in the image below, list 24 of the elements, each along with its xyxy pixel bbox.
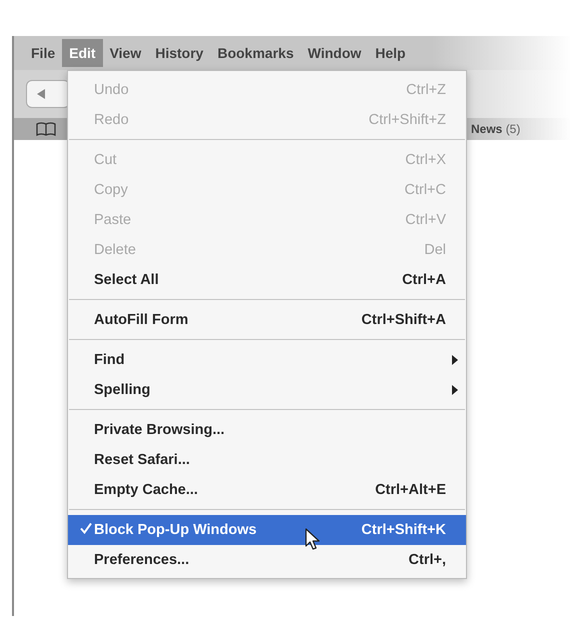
menu-item[interactable]: Select All Ctrl+A xyxy=(68,265,466,295)
menu-bar-item[interactable]: Bookmarks xyxy=(210,39,301,67)
submenu-arrow-icon xyxy=(452,355,458,365)
bookmark-item[interactable]: News (5) xyxy=(471,122,520,136)
menu-item[interactable]: Preferences... Ctrl+, xyxy=(68,545,466,575)
menu-bar-item[interactable]: Edit xyxy=(62,39,103,67)
menu-item[interactable]: Spelling xyxy=(68,375,466,405)
menu-item[interactable]: Empty Cache... Ctrl+Alt+E xyxy=(68,475,466,505)
checkmark-icon xyxy=(80,522,92,534)
menu-bar-item[interactable]: View xyxy=(102,39,148,67)
submenu-arrow-icon xyxy=(452,385,458,395)
back-arrow-icon xyxy=(35,88,47,100)
book-icon xyxy=(36,122,56,136)
menu-bar-item[interactable]: File xyxy=(24,39,62,67)
menu-item[interactable]: AutoFill Form Ctrl+Shift+A xyxy=(68,305,466,335)
menu-bar-item[interactable]: Window xyxy=(300,39,368,67)
menu-item[interactable]: Reset Safari... xyxy=(68,445,466,475)
menu-bar-item[interactable]: History xyxy=(148,39,210,67)
mouse-pointer-icon xyxy=(305,528,321,552)
menu-item[interactable]: Block Pop-Up Windows Ctrl+Shift+K xyxy=(68,515,466,545)
menu-item[interactable]: Private Browsing... xyxy=(68,415,466,445)
menu-item[interactable]: Find xyxy=(68,345,466,375)
back-button[interactable] xyxy=(26,80,70,108)
menu-bar-item[interactable]: Help xyxy=(368,39,413,67)
